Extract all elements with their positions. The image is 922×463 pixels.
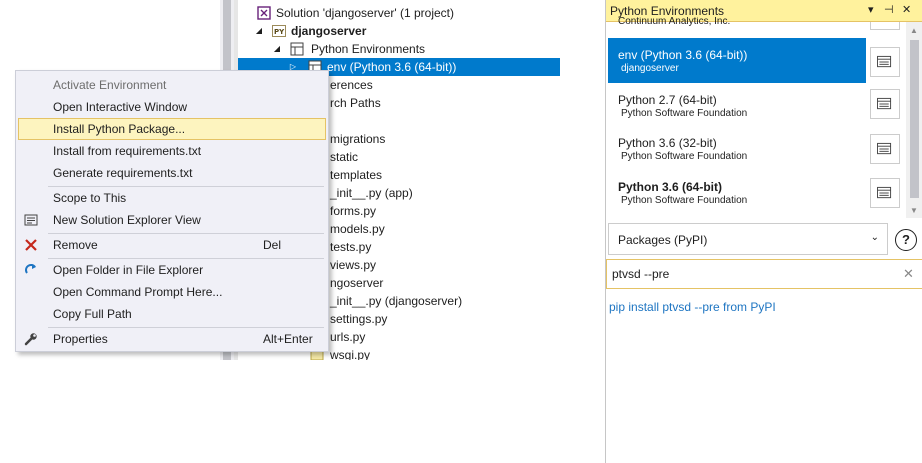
context-menu: Activate Environment Open Interactive Wi…	[15, 70, 329, 352]
overview-icon	[877, 55, 892, 68]
env-overview-button[interactable]	[870, 47, 900, 77]
chevron-down-icon: ⌄	[870, 232, 879, 243]
refresh-arrow-icon	[25, 264, 36, 274]
tree-label: static	[330, 150, 359, 164]
tree-label: djangoserver	[291, 24, 367, 38]
tree-label: forms.py	[330, 204, 377, 218]
scroll-down-icon[interactable]: ▼	[910, 206, 918, 215]
menu-item-remove[interactable]: Remove Del	[18, 234, 326, 256]
panel-title: Python Environments	[610, 4, 725, 18]
tree-label: tests.py	[330, 240, 372, 254]
menu-item-label: New Solution Explorer View	[53, 213, 201, 227]
menu-item-label: Remove	[53, 238, 98, 252]
menu-item-open-interactive-window[interactable]: Open Interactive Window	[18, 96, 326, 118]
env-item-python-36-32[interactable]: Python 3.6 (32-bit) Python Software Foun…	[608, 126, 866, 176]
packages-source-value: Packages (PyPI)	[618, 233, 708, 247]
pip-install-link[interactable]: pip install ptvsd --pre from PyPI	[609, 300, 776, 314]
packages-source-select[interactable]: Packages (PyPI) ⌄	[608, 223, 888, 255]
tree-label: _init__.py (djangoserver)	[330, 294, 463, 308]
overview-icon	[877, 186, 892, 199]
menu-item-install-python-package[interactable]: Install Python Package...	[18, 118, 326, 140]
overview-icon	[877, 142, 892, 155]
tree-label: models.py	[330, 222, 385, 236]
menu-item-scope-to-this[interactable]: Scope to This	[18, 187, 326, 209]
tree-row-project[interactable]: ◢ PY djangoserver	[238, 22, 560, 40]
menu-item-new-solution-explorer-view[interactable]: New Solution Explorer View	[18, 209, 326, 231]
tree-row-solution[interactable]: Solution 'djangoserver' (1 project)	[238, 4, 560, 22]
menu-item-shortcut: Alt+Enter	[263, 332, 313, 346]
tree-label: migrations	[330, 132, 386, 146]
tree-label: Python Environments	[311, 42, 426, 56]
window-position-dropdown-icon[interactable]: ▾	[868, 3, 874, 16]
python-environments-icon	[290, 42, 304, 56]
env-overview-button-partial[interactable]	[870, 22, 900, 30]
tree-label: ngoserver	[330, 276, 384, 290]
env-name: Python 2.7 (64-bit)	[618, 93, 717, 107]
menu-item-label: Open Folder in File Explorer	[53, 263, 204, 277]
help-button[interactable]: ?	[895, 229, 917, 251]
menu-item-label: Open Command Prompt Here...	[53, 285, 223, 299]
package-search-box[interactable]: ✕	[606, 259, 922, 289]
scroll-up-icon[interactable]: ▲	[910, 26, 918, 35]
env-partial-subtitle: Continuum Analytics, Inc.	[618, 17, 731, 26]
remove-x-icon	[25, 239, 37, 251]
menu-item-label: Install from requirements.txt	[53, 144, 202, 158]
tree-label: env (Python 3.6 (64-bit))	[327, 60, 457, 74]
tree-label: _init__.py (app)	[330, 186, 413, 200]
menu-item-open-command-prompt-here[interactable]: Open Command Prompt Here...	[18, 281, 326, 303]
env-list-scrollbar[interactable]: ▲ ▼	[906, 22, 922, 218]
env-name: Python 3.6 (64-bit)	[618, 180, 723, 194]
env-subtitle: Python Software Foundation	[621, 108, 748, 119]
menu-item-activate-environment: Activate Environment	[18, 74, 326, 96]
menu-item-label: Scope to This	[53, 191, 127, 205]
menu-item-label: Activate Environment	[53, 78, 167, 92]
menu-item-install-from-requirements[interactable]: Install from requirements.txt	[18, 140, 326, 162]
new-view-icon	[24, 214, 38, 226]
env-name: env (Python 3.6 (64-bit))	[618, 48, 748, 62]
tree-label: templates	[330, 168, 383, 182]
env-subtitle: Python Software Foundation	[621, 151, 748, 162]
menu-item-label: Properties	[53, 332, 108, 346]
env-overview-button[interactable]	[870, 178, 900, 208]
menu-item-open-folder-in-file-explorer[interactable]: Open Folder in File Explorer	[18, 259, 326, 281]
menu-item-label: Copy Full Path	[53, 307, 132, 321]
env-item-python-36-64[interactable]: Python 3.6 (64-bit) Python Software Foun…	[608, 170, 866, 220]
vs-solution-icon	[257, 6, 271, 20]
env-overview-button[interactable]	[870, 89, 900, 119]
tree-label: wsgi.py	[330, 348, 371, 360]
menu-item-generate-requirements[interactable]: Generate requirements.txt	[18, 162, 326, 184]
env-subtitle: djangoserver	[621, 63, 679, 74]
python-project-icon: PY	[272, 25, 286, 37]
scrollbar-thumb[interactable]	[910, 40, 919, 198]
env-overview-button[interactable]	[870, 134, 900, 164]
overview-icon	[877, 97, 892, 110]
menu-item-shortcut: Del	[263, 238, 282, 252]
tree-label: Solution 'djangoserver' (1 project)	[276, 6, 455, 20]
tree-label: rch Paths	[330, 96, 381, 110]
svg-text:PY: PY	[274, 28, 285, 36]
pin-icon[interactable]: ⊣	[884, 3, 894, 16]
close-icon[interactable]: ✕	[902, 3, 911, 16]
expanded-triangle-icon[interactable]: ◢	[272, 40, 282, 58]
menu-item-copy-full-path[interactable]: Copy Full Path	[18, 303, 326, 325]
menu-item-label: Generate requirements.txt	[53, 166, 193, 180]
tree-label: erences	[330, 78, 373, 92]
clear-search-icon[interactable]: ✕	[903, 266, 914, 282]
tree-label: views.py	[330, 258, 377, 272]
env-name: Python 3.6 (32-bit)	[618, 136, 717, 150]
menu-item-label: Install Python Package...	[53, 122, 186, 136]
env-subtitle: Python Software Foundation	[621, 195, 748, 206]
tree-label: urls.py	[330, 330, 366, 344]
env-item-env[interactable]: env (Python 3.6 (64-bit)) djangoserver	[608, 38, 866, 88]
menu-item-properties[interactable]: Properties Alt+Enter	[18, 328, 326, 350]
tree-row-python-environments[interactable]: ◢ Python Environments	[238, 40, 560, 58]
menu-item-label: Open Interactive Window	[53, 100, 188, 114]
tree-label: settings.py	[330, 312, 388, 326]
package-search-input[interactable]	[610, 264, 890, 284]
wrench-icon	[24, 333, 37, 346]
python-environments-panel: Python Environments ▾ ⊣ ✕ Continuum Anal…	[605, 0, 922, 463]
expanded-triangle-icon[interactable]: ◢	[254, 22, 264, 40]
